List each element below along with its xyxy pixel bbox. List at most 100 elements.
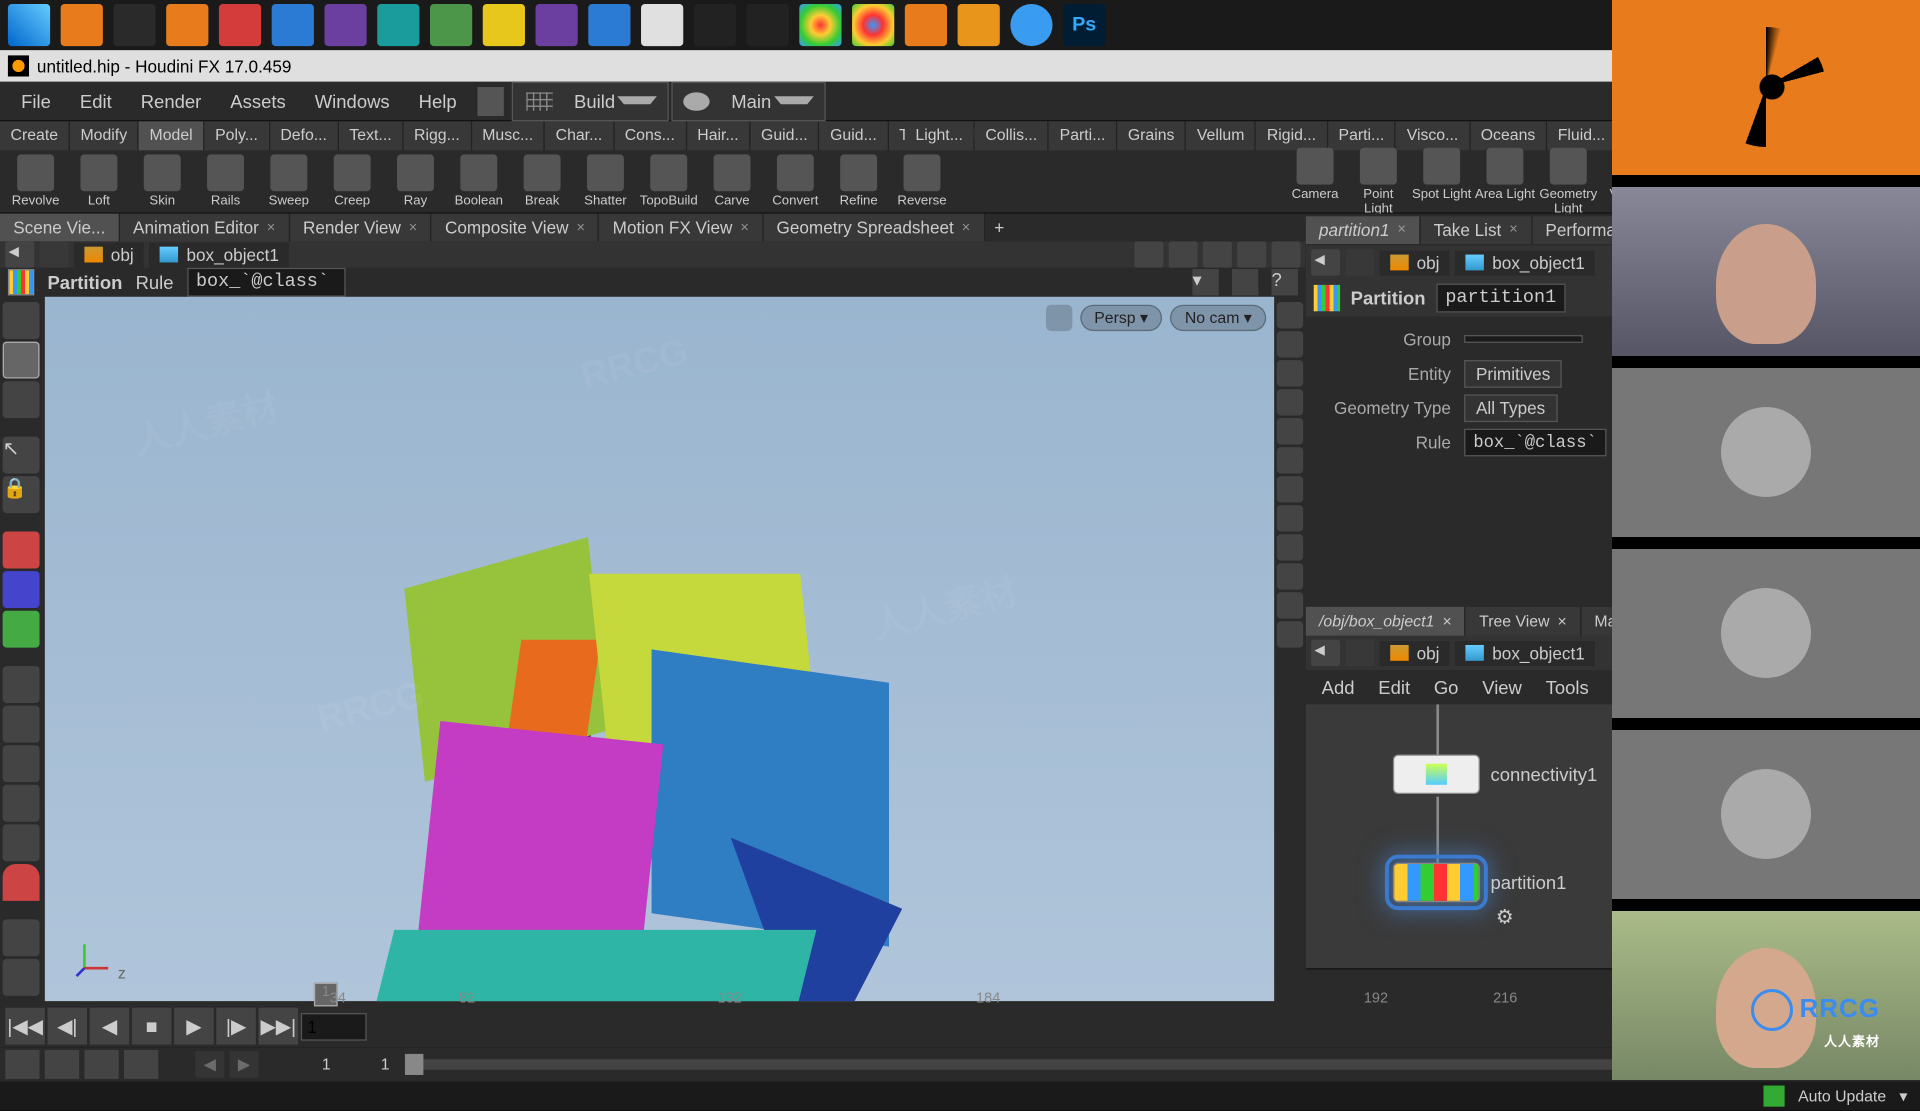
disp-button[interactable] xyxy=(1277,302,1303,328)
tool-icon[interactable] xyxy=(3,706,40,743)
viewport-lock-icon[interactable] xyxy=(1045,305,1071,331)
shelf-tab[interactable]: Create xyxy=(0,121,70,150)
shelf-tool-shatter[interactable]: Shatter xyxy=(575,154,636,208)
range-button[interactable] xyxy=(124,1050,158,1079)
taskbar-app-icon[interactable] xyxy=(430,4,472,46)
stop-button[interactable]: ■ xyxy=(132,1008,172,1045)
disp-button[interactable] xyxy=(1277,505,1303,531)
taskbar-app-icon[interactable] xyxy=(272,4,314,46)
menu-render[interactable]: Render xyxy=(128,85,215,117)
webcam-placeholder[interactable] xyxy=(1612,368,1920,537)
shelf-tab[interactable]: Visco... xyxy=(1396,121,1470,150)
taskbar-app-icon[interactable] xyxy=(694,4,736,46)
shelf-tab[interactable]: Parti... xyxy=(1328,121,1396,150)
close-icon[interactable]: × xyxy=(409,220,417,236)
param-node-name[interactable]: partition1 xyxy=(1436,284,1565,313)
nav-back-button[interactable]: ◄ xyxy=(1311,640,1340,666)
node-flag-icon[interactable]: ⚙ xyxy=(1496,905,1512,921)
shelf-tool-boolean[interactable]: Boolean xyxy=(448,154,509,208)
shelf-tab[interactable]: Guid... xyxy=(820,121,889,150)
menu-assets[interactable]: Assets xyxy=(217,85,299,117)
shelf-tool-break[interactable]: Break xyxy=(512,154,573,208)
pane-tab[interactable]: Geometry Spreadsheet × xyxy=(763,214,984,242)
view-mode-button[interactable] xyxy=(1237,241,1266,267)
pin-button[interactable] xyxy=(1134,241,1163,267)
webcam-placeholder[interactable] xyxy=(1612,549,1920,718)
close-icon[interactable]: × xyxy=(1509,222,1517,238)
shelf-tool-creep[interactable]: Creep xyxy=(322,154,383,208)
shelf-tab[interactable]: Grains xyxy=(1117,121,1186,150)
shelf-tool-refine[interactable]: Refine xyxy=(828,154,889,208)
select-tool-active[interactable] xyxy=(3,342,40,379)
taskbar-app-icon[interactable] xyxy=(61,4,103,46)
taskbar-app-icon[interactable] xyxy=(324,4,366,46)
pane-tab[interactable]: Tree View × xyxy=(1466,607,1581,636)
close-icon[interactable]: × xyxy=(576,220,584,236)
nav-fwd-button[interactable] xyxy=(40,241,69,267)
taskbar-app-icon[interactable] xyxy=(166,4,208,46)
close-icon[interactable]: × xyxy=(1557,612,1566,630)
pane-tab[interactable]: Render View × xyxy=(290,214,432,242)
shelf-tool-reverse[interactable]: Reverse xyxy=(892,154,953,208)
shelf-tool-ray[interactable]: Ray xyxy=(385,154,446,208)
disp-button[interactable] xyxy=(1277,621,1303,647)
nav-back-button[interactable]: ◄ xyxy=(1311,249,1340,275)
tool-icon[interactable] xyxy=(3,532,40,569)
disp-button[interactable] xyxy=(1277,592,1303,618)
shelf-tool-loft[interactable]: Loft xyxy=(69,154,130,208)
persp-menu[interactable]: Persp ▾ xyxy=(1080,305,1163,331)
tool-icon[interactable] xyxy=(3,919,40,956)
disp-button[interactable] xyxy=(1277,389,1303,415)
shelf-tool-revolve[interactable]: Revolve xyxy=(5,154,66,208)
shelf-tab[interactable]: Guid... xyxy=(750,121,819,150)
tool-icon[interactable] xyxy=(3,864,40,901)
tool-icon[interactable] xyxy=(3,666,40,703)
opt-button[interactable]: ▾ xyxy=(1192,269,1218,295)
pane-tab[interactable]: /obj/box_object1 × xyxy=(1306,607,1466,636)
shelf-tab[interactable]: Defo... xyxy=(270,121,339,150)
taskbar-app-icon[interactable] xyxy=(483,4,525,46)
lock-tool[interactable]: 🔒 xyxy=(3,476,40,513)
menu-file[interactable]: File xyxy=(8,85,64,117)
prev-frame-button[interactable]: ◀| xyxy=(47,1008,87,1045)
desktop-selector-main[interactable]: Main xyxy=(672,81,825,121)
close-icon[interactable]: × xyxy=(962,220,970,236)
taskbar-app-icon[interactable] xyxy=(113,4,155,46)
disp-button[interactable] xyxy=(1277,418,1303,444)
path-segment-obj[interactable]: obj xyxy=(74,242,144,267)
shelf-tab[interactable]: Text... xyxy=(339,121,404,150)
auto-update-label[interactable]: Auto Update xyxy=(1798,1087,1886,1105)
lasso-tool[interactable] xyxy=(3,381,40,418)
3d-viewport[interactable]: Persp ▾ No cam ▾ z xyxy=(45,297,1274,1001)
close-icon[interactable]: × xyxy=(740,220,748,236)
webcam-placeholder[interactable] xyxy=(1612,730,1920,899)
path-segment-obj[interactable]: obj xyxy=(1380,640,1450,665)
shelf-tab[interactable]: Light... xyxy=(905,121,975,150)
play-button[interactable]: ▶ xyxy=(174,1008,214,1045)
param-select[interactable]: Primitives xyxy=(1464,359,1562,387)
tool-icon[interactable] xyxy=(3,785,40,822)
param-input[interactable]: box_`@class` xyxy=(1464,428,1606,456)
shelf-tool-carve[interactable]: Carve xyxy=(702,154,763,208)
arrow-tool[interactable]: ↖ xyxy=(3,437,40,474)
shelf-tool-rails[interactable]: Rails xyxy=(195,154,256,208)
desktop-selector-build[interactable]: Build xyxy=(512,81,669,121)
help-button[interactable]: ? xyxy=(1272,269,1298,295)
range-slider[interactable] xyxy=(405,1059,1809,1070)
taskbar-app-icon[interactable] xyxy=(219,4,261,46)
photoshop-icon[interactable]: Ps xyxy=(1063,4,1105,46)
chevron-down-icon[interactable]: ▾ xyxy=(1899,1087,1907,1105)
camera-menu[interactable]: No cam ▾ xyxy=(1170,305,1266,331)
taskbar-app-icon[interactable] xyxy=(958,4,1000,46)
shelf-tab[interactable]: Char... xyxy=(545,121,614,150)
shelf-tab[interactable]: Hair... xyxy=(687,121,751,150)
range-button[interactable] xyxy=(84,1050,118,1079)
pane-tab[interactable]: Composite View × xyxy=(432,214,600,242)
op-rule-input[interactable]: box_`@class` xyxy=(187,268,345,297)
network-menu-item[interactable]: Go xyxy=(1423,674,1469,700)
network-menu-item[interactable]: Edit xyxy=(1368,674,1421,700)
pane-tab[interactable]: Scene Vie... xyxy=(0,214,120,242)
range-button[interactable] xyxy=(5,1050,39,1079)
shelf-tab[interactable]: Poly... xyxy=(205,121,270,150)
node-connectivity1[interactable]: connectivity1 xyxy=(1393,754,1597,794)
